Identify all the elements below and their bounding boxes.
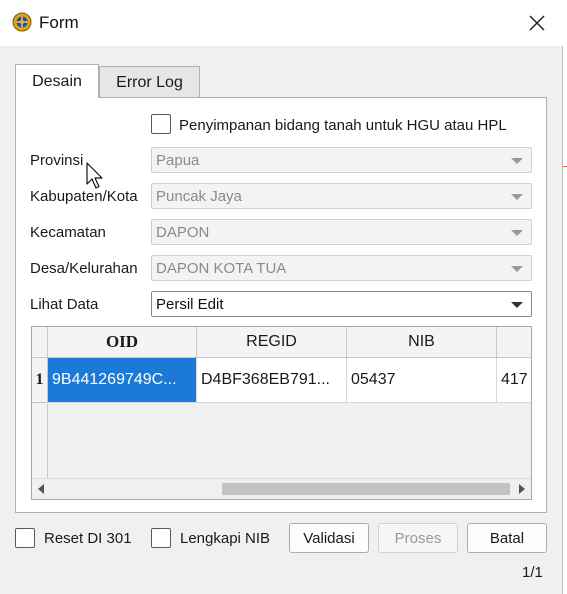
globe-app-icon	[12, 12, 32, 32]
form-window: Form Desain Error Log Penyimpanan bidang…	[0, 0, 563, 594]
background-divider	[563, 166, 567, 167]
column-header-oid[interactable]: OID	[48, 327, 197, 358]
close-icon	[529, 15, 545, 31]
scroll-left-icon	[38, 484, 44, 494]
close-button[interactable]	[514, 0, 560, 46]
table-cell-nib[interactable]: 05437	[347, 358, 497, 403]
lengkapi-nib-checkbox[interactable]	[151, 528, 171, 548]
column-header-4[interactable]	[497, 327, 531, 358]
table-corner[interactable]	[32, 327, 48, 358]
scroll-right-icon	[519, 484, 525, 494]
batal-button[interactable]: Batal	[467, 523, 547, 553]
desa-kelurahan-label: Desa/Kelurahan	[30, 260, 138, 277]
window-title: Form	[39, 13, 79, 32]
column-header-regid[interactable]: REGID	[197, 327, 347, 358]
column-header-nib[interactable]: NIB	[347, 327, 497, 358]
kabupaten-kota-value: Puncak Jaya	[156, 188, 242, 205]
chevron-down-icon	[511, 158, 523, 164]
table-cell-4[interactable]: 417	[497, 358, 531, 403]
reset-di-301-checkbox[interactable]	[15, 528, 35, 548]
table-empty-area	[49, 404, 531, 478]
reset-di-301-label: Reset DI 301	[44, 530, 132, 547]
data-table[interactable]: OID REGID NIB 1 9B441269749C... D4BF368E…	[31, 326, 532, 500]
tab-error-log[interactable]: Error Log	[99, 66, 200, 98]
kabupaten-kota-label: Kabupaten/Kota	[30, 188, 138, 205]
hgu-hpl-checkbox-label: Penyimpanan bidang tanah untuk HGU atau …	[179, 117, 507, 134]
column-header-nib-label: NIB	[408, 333, 435, 350]
chevron-down-icon	[511, 266, 523, 272]
desain-panel: Penyimpanan bidang tanah untuk HGU atau …	[15, 97, 547, 513]
kecamatan-value: DAPON	[156, 224, 210, 241]
row-header-fill	[32, 404, 48, 478]
column-header-oid-label: OID	[105, 332, 139, 351]
hgu-hpl-checkbox[interactable]	[151, 114, 171, 134]
tab-desain[interactable]: Desain	[15, 64, 99, 98]
horizontal-scrollbar[interactable]	[32, 478, 531, 499]
scroll-right-button[interactable]	[513, 479, 531, 499]
desa-kelurahan-select[interactable]: DAPON KOTA TUA	[151, 255, 532, 281]
lihat-data-select[interactable]: Persil Edit	[151, 291, 532, 317]
scroll-left-button[interactable]	[32, 479, 50, 499]
mouse-pointer-icon	[86, 162, 103, 189]
tab-desain-label: Desain	[32, 72, 82, 90]
table-cell-regid[interactable]: D4BF368EB791...	[197, 358, 347, 403]
lihat-data-label: Lihat Data	[30, 296, 99, 313]
kabupaten-kota-select[interactable]: Puncak Jaya	[151, 183, 532, 209]
page-indicator: 1/1	[522, 564, 543, 581]
validasi-button[interactable]: Validasi	[289, 523, 369, 553]
lengkapi-nib-label: Lengkapi NIB	[180, 530, 271, 547]
provinsi-select[interactable]: Papua	[151, 147, 532, 173]
proses-button[interactable]: Proses	[378, 523, 458, 553]
kecamatan-label: Kecamatan	[30, 224, 106, 241]
chevron-down-icon	[511, 302, 523, 308]
provinsi-label: Provinsi	[30, 152, 84, 169]
chevron-down-icon	[511, 230, 523, 236]
desa-kelurahan-value: DAPON KOTA TUA	[156, 260, 287, 277]
row-header-1[interactable]: 1	[32, 358, 48, 403]
scrollbar-thumb[interactable]	[222, 483, 510, 495]
column-header-regid-label: REGID	[246, 333, 297, 350]
kecamatan-select[interactable]: DAPON	[151, 219, 532, 245]
tab-error-log-label: Error Log	[116, 73, 183, 91]
chevron-down-icon	[511, 194, 523, 200]
provinsi-value: Papua	[156, 152, 200, 169]
row-number: 1	[35, 371, 44, 388]
lihat-data-value: Persil Edit	[156, 296, 224, 313]
title-bar: Form	[0, 0, 563, 46]
table-cell-oid[interactable]: 9B441269749C...	[48, 358, 197, 403]
